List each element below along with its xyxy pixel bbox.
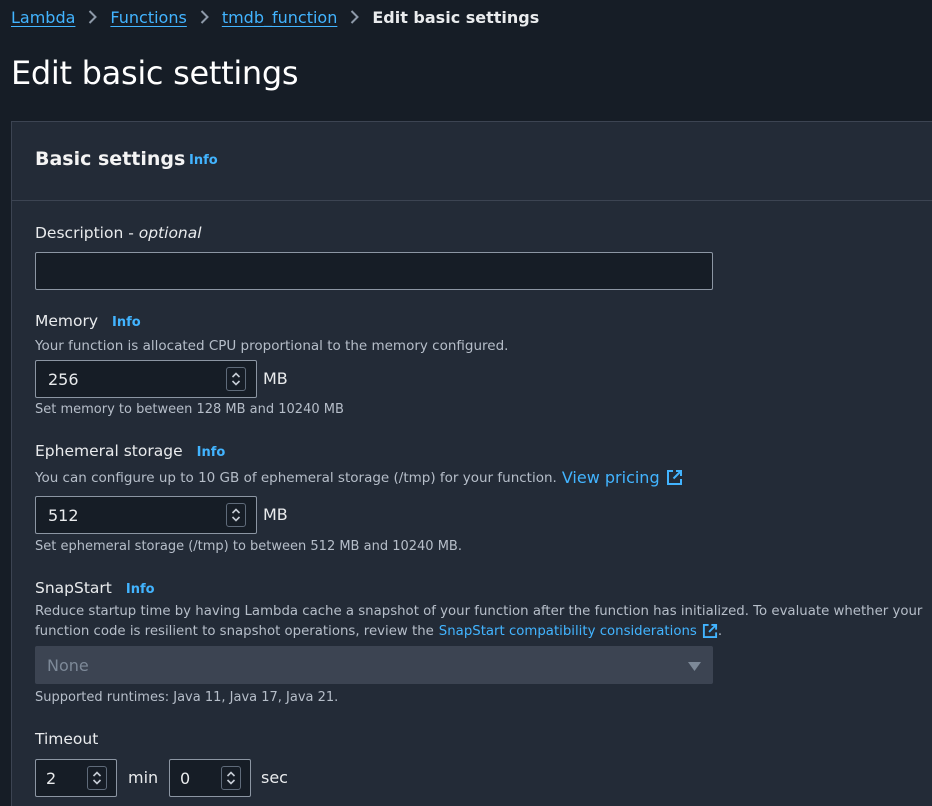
timeout-min-value: 2	[46, 768, 57, 788]
ephemeral-input[interactable]: 512	[35, 496, 257, 534]
basic-settings-panel: Basic settings Info Description - option…	[11, 121, 932, 806]
description-input[interactable]	[35, 252, 713, 290]
memory-label: Memory	[35, 312, 99, 330]
snapstart-considerations-link[interactable]: SnapStart compatibility considerations	[439, 624, 697, 639]
snapstart-label-row: SnapStart Info	[35, 579, 155, 597]
breadcrumb-function-name[interactable]: tmdb_function	[222, 8, 338, 27]
spinner-icon[interactable]	[87, 766, 107, 790]
chevron-right-icon	[200, 10, 209, 24]
timeout-label: Timeout	[35, 730, 99, 748]
ephemeral-value: 512	[48, 505, 79, 525]
description-label: Description - optional	[35, 224, 202, 242]
snapstart-hint: Supported runtimes: Java 11, Java 17, Ja…	[35, 690, 339, 705]
breadcrumb-functions[interactable]: Functions	[110, 8, 186, 27]
ephemeral-unit: MB	[263, 505, 288, 524]
memory-label-row: Memory Info	[35, 312, 141, 330]
memory-hint: Set memory to between 128 MB and 10240 M…	[35, 402, 344, 417]
memory-value: 256	[48, 369, 79, 389]
panel-header: Basic settings Info	[12, 122, 932, 201]
chevron-right-icon	[88, 10, 98, 24]
view-pricing-link[interactable]: View pricing	[562, 468, 660, 487]
ephemeral-description: You can configure up to 10 GB of ephemer…	[35, 469, 557, 486]
panel-info-link[interactable]: Info	[189, 153, 218, 168]
snapstart-select-value: None	[47, 655, 89, 675]
timeout-sec-value: 0	[180, 768, 191, 788]
spinner-icon[interactable]	[226, 503, 246, 527]
breadcrumb-current: Edit basic settings	[372, 7, 540, 27]
external-link-icon[interactable]	[666, 469, 683, 486]
snapstart-label: SnapStart	[35, 579, 112, 597]
chevron-right-icon	[350, 10, 360, 24]
snapstart-period: .	[717, 623, 723, 639]
memory-unit: MB	[263, 369, 288, 388]
ephemeral-label-row: Ephemeral storage Info	[35, 442, 225, 460]
breadcrumb-lambda[interactable]: Lambda	[11, 8, 75, 27]
snapstart-info-link[interactable]: Info	[126, 582, 155, 597]
memory-input[interactable]: 256	[35, 360, 257, 398]
description-optional-text: optional	[138, 224, 202, 242]
external-link-icon[interactable]	[702, 623, 718, 639]
ephemeral-label: Ephemeral storage	[35, 442, 183, 460]
memory-info-link[interactable]: Info	[112, 315, 141, 330]
spinner-icon[interactable]	[226, 367, 246, 391]
timeout-sec-unit: sec	[261, 768, 288, 787]
snapstart-description-row: function code is resilient to snapshot o…	[35, 623, 722, 639]
memory-description: Your function is allocated CPU proportio…	[35, 338, 509, 354]
page-title: Edit basic settings	[11, 54, 299, 92]
ephemeral-hint: Set ephemeral storage (/tmp) to between …	[35, 539, 462, 554]
timeout-min-input[interactable]: 2	[35, 759, 117, 797]
ephemeral-description-row: You can configure up to 10 GB of ephemer…	[35, 468, 683, 487]
snapstart-description-line1: Reduce startup time by having Lambda cac…	[35, 604, 923, 619]
description-label-text: Description -	[35, 224, 139, 242]
snapstart-select[interactable]: None	[35, 646, 713, 684]
ephemeral-info-link[interactable]: Info	[197, 445, 226, 460]
spinner-icon[interactable]	[221, 766, 241, 790]
breadcrumb: Lambda Functions tmdb_function Edit basi…	[11, 5, 539, 29]
timeout-sec-input[interactable]: 0	[169, 759, 251, 797]
caret-down-icon	[688, 656, 701, 675]
panel-title: Basic settings	[35, 148, 186, 170]
snapstart-description-line2: function code is resilient to snapshot o…	[35, 623, 434, 639]
timeout-min-unit: min	[128, 768, 159, 787]
